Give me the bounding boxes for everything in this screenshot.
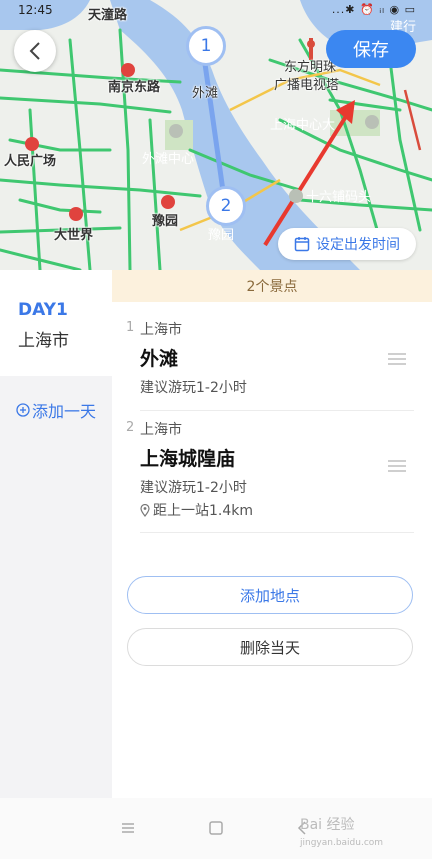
spot-distance: 距上一站1.4km	[140, 500, 253, 520]
map-label-peoples-square: 人民广场	[4, 154, 57, 169]
spot-duration: 建议游玩1-2小时	[140, 480, 247, 496]
spot-list: 2个景点 1 上海市 外滩 建议游玩1-2小时 2 上海市 上海城隍庙 建议游玩…	[112, 270, 432, 798]
day-tab-day1[interactable]: DAY1 上海市	[0, 270, 112, 376]
day-column: DAY1 上海市 添加一天	[0, 270, 112, 798]
route-marker-1[interactable]: 1	[186, 26, 226, 66]
location-pin-icon	[140, 503, 150, 517]
day-city: 上海市	[18, 331, 69, 351]
spot-number: 2	[126, 420, 135, 435]
spot-city: 上海市	[140, 322, 182, 338]
delete-day-button[interactable]: 删除当天	[127, 628, 413, 666]
status-time: 12:45	[18, 3, 53, 17]
map-label-yuyuan: 豫园	[152, 214, 179, 229]
divider	[140, 532, 414, 533]
route-marker-2[interactable]: 2	[206, 186, 246, 226]
map-view[interactable]: 天潼路 南京东路 外滩 东方明珠 广播电视塔 上海中心大 人民广场 外滩中心 十…	[0, 0, 432, 270]
set-departure-time-label: 设定出发时间	[316, 237, 400, 253]
watermark-sub: jingyan.baidu.com	[300, 838, 384, 848]
watermark: Bai 经验 jingyan.baidu.com	[300, 814, 383, 848]
spot-item-1[interactable]: 1 上海市 外滩 建议游玩1-2小时	[112, 314, 432, 410]
divider	[140, 410, 414, 411]
spots-count-banner: 2个景点	[112, 270, 432, 302]
map-label-nanjing-east: 南京东路	[108, 80, 161, 95]
spot-duration: 建议游玩1-2小时	[140, 380, 247, 396]
map-label-da-shijie: 大世界	[54, 228, 94, 243]
drag-handle-icon[interactable]	[388, 460, 406, 472]
calendar-icon	[294, 237, 310, 252]
day-column-background	[0, 376, 112, 798]
set-departure-time-button[interactable]: 设定出发时间	[278, 228, 416, 260]
back-button[interactable]	[14, 30, 56, 72]
status-icons: ...✱ ⏰ ᵢₗ ◉ ▭	[331, 3, 416, 16]
add-day-label: 添加一天	[32, 402, 97, 421]
drag-handle-icon[interactable]	[388, 353, 406, 365]
spot-name: 上海城隍庙	[140, 448, 236, 470]
spot-city: 上海市	[140, 422, 182, 438]
spot-distance-text: 距上一站1.4km	[153, 503, 254, 519]
map-label-yuyuan-poi: 豫园	[208, 228, 235, 243]
add-place-button[interactable]: 添加地点	[127, 576, 413, 614]
save-button[interactable]: 保存	[326, 30, 416, 68]
map-label-shiliupu: 十六铺码头	[306, 190, 372, 205]
add-day-button[interactable]: 添加一天	[16, 398, 96, 422]
spot-name: 外滩	[140, 348, 179, 370]
map-label-bund: 外滩	[192, 86, 219, 101]
chevron-left-icon	[29, 42, 40, 60]
status-bar: 12:45 ...✱ ⏰ ᵢₗ ◉ ▭	[0, 0, 432, 22]
day-title: DAY1	[18, 300, 68, 320]
map-label-shanghai-center: 上海中心大	[270, 118, 336, 133]
system-nav-bar: Bai 经验 jingyan.baidu.com	[0, 798, 432, 859]
menu-icon[interactable]	[116, 816, 140, 840]
map-label-bund-center: 外滩中心	[142, 152, 195, 167]
spot-item-2[interactable]: 2 上海市 上海城隍庙 建议游玩1-2小时 距上一站1.4km	[112, 414, 432, 530]
map-label-broadcast-tower: 广播电视塔	[274, 78, 340, 93]
home-square-icon[interactable]	[204, 816, 228, 840]
plus-circle-icon	[16, 403, 30, 417]
spot-number: 1	[126, 320, 135, 335]
watermark-text: Bai 经验	[300, 817, 355, 833]
